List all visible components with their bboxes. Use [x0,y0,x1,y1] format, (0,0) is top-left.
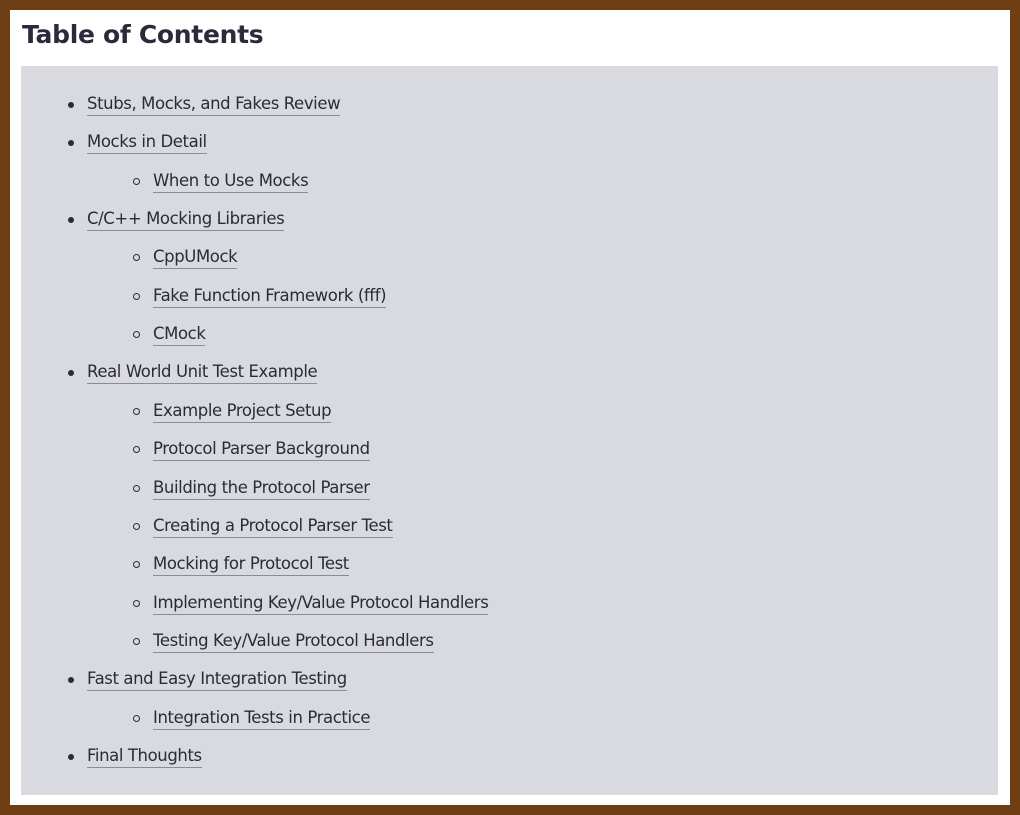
bullet-circle-icon [133,177,140,185]
bullet-circle-icon [133,407,140,415]
bullet-circle-icon [133,637,140,645]
toc-link[interactable]: CppUMock [153,246,238,270]
toc-item: CMock [21,320,998,350]
bullet-circle-icon [133,714,140,722]
toc-item: Integration Tests in Practice [21,704,998,734]
toc-item: Creating a Protocol Parser Test [21,512,998,542]
toc-link[interactable]: Protocol Parser Background [153,438,370,462]
bullet-circle-icon [133,292,140,300]
toc-item: Final Thoughts [21,742,998,772]
toc-link[interactable]: Example Project Setup [153,400,332,423]
toc-link[interactable]: Creating a Protocol Parser Test [153,515,393,538]
toc-item: Building the Protocol Parser [21,474,998,504]
bullet-circle-icon [133,561,140,569]
toc-item: Mocks in Detail [21,128,998,158]
bullet-disc-icon [68,140,74,147]
page-title: Table of Contents [22,20,264,49]
bullet-circle-icon [133,331,140,339]
bullet-disc-icon [68,754,74,760]
bullet-disc-icon [68,370,74,377]
toc-link[interactable]: Integration Tests in Practice [153,707,370,730]
bullet-circle-icon [133,254,140,262]
toc-link[interactable]: CMock [153,323,206,347]
toc-link[interactable]: C/C++ Mocking Libraries [87,208,285,232]
toc-item: Example Project Setup [21,397,998,427]
toc-item: Mocking for Protocol Test [21,550,998,580]
toc-link[interactable]: Mocking for Protocol Test [153,553,349,577]
toc-link[interactable]: Implementing Key/Value Protocol Handlers [153,592,489,615]
toc-link[interactable]: When to Use Mocks [153,170,309,193]
toc-link[interactable]: Mocks in Detail [87,131,207,155]
bullet-circle-icon [133,522,140,530]
toc-item: CppUMock [21,243,998,273]
toc-link[interactable]: Testing Key/Value Protocol Handlers [153,630,434,653]
toc-item: C/C++ Mocking Libraries [21,205,998,235]
toc-item: Protocol Parser Background [21,435,998,465]
toc-item: Implementing Key/Value Protocol Handlers [21,589,998,619]
toc-frame: Table of Contents Stubs, Mocks, and Fake… [10,10,1010,805]
bullet-disc-icon [68,677,74,684]
toc-item: Stubs, Mocks, and Fakes Review [21,90,998,120]
bullet-disc-icon [68,102,74,108]
toc-link[interactable]: Fake Function Framework (fff) [153,285,387,308]
toc-link[interactable]: Final Thoughts [87,745,202,768]
toc-item: Fast and Easy Integration Testing [21,665,998,695]
toc-panel: Stubs, Mocks, and Fakes Review Mocks in D… [21,66,998,795]
toc-link[interactable]: Building the Protocol Parser [153,477,370,500]
toc-item: Testing Key/Value Protocol Handlers [21,627,998,657]
bullet-circle-icon [133,446,140,454]
toc-item: When to Use Mocks [21,167,998,197]
bullet-disc-icon [68,217,74,224]
toc-item: Fake Function Framework (fff) [21,282,998,312]
toc-link[interactable]: Real World Unit Test Example [87,361,318,385]
bullet-circle-icon [133,599,140,607]
toc-link[interactable]: Fast and Easy Integration Testing [87,668,347,692]
bullet-circle-icon [133,484,140,492]
toc-item: Real World Unit Test Example [21,358,998,388]
toc-link[interactable]: Stubs, Mocks, and Fakes Review [87,93,341,116]
